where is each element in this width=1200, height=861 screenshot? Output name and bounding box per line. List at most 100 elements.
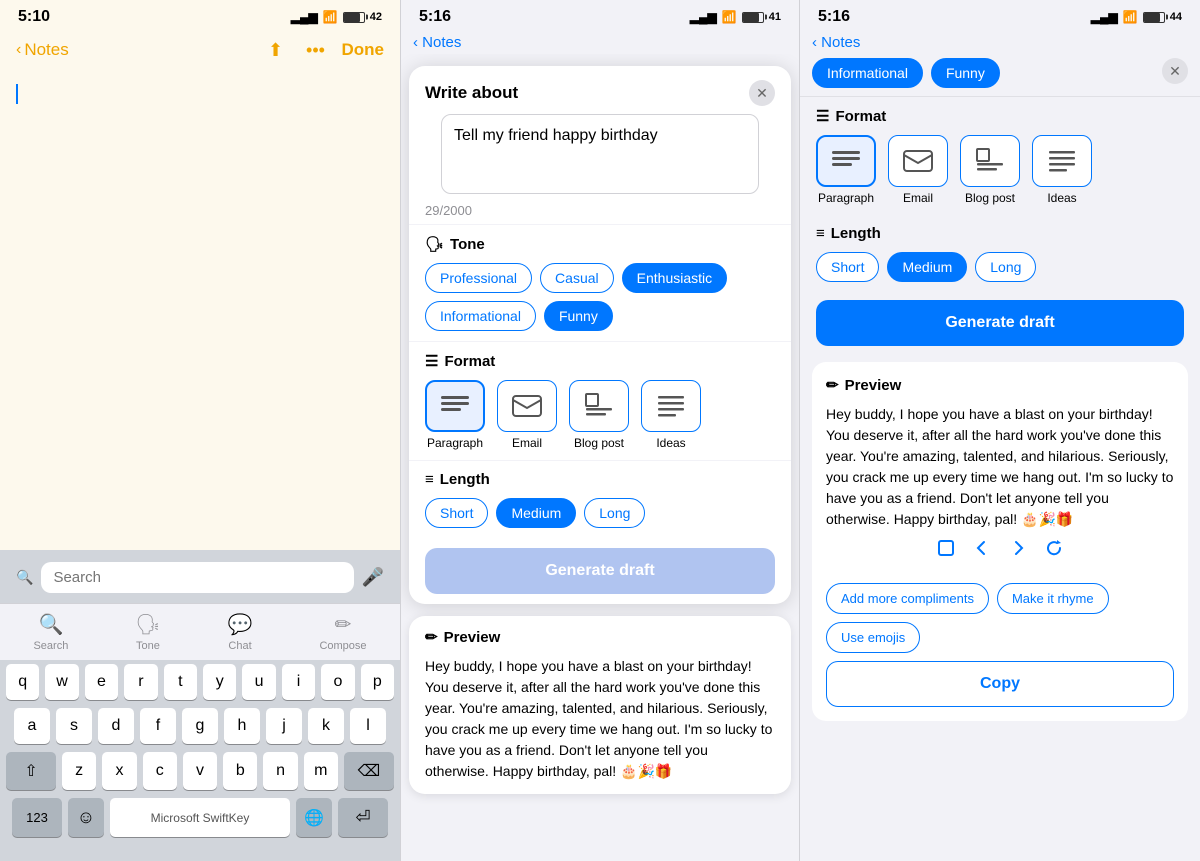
status-icons-p3: ▂▄▆ 📶 44 <box>1091 10 1182 24</box>
key-j[interactable]: j <box>266 708 302 744</box>
key-globe[interactable]: 🌐 <box>296 798 332 837</box>
tag-funny-p3[interactable]: Funny <box>931 58 1000 88</box>
key-v[interactable]: v <box>183 752 217 790</box>
key-b[interactable]: b <box>223 752 257 790</box>
tag-casual[interactable]: Casual <box>540 263 614 293</box>
key-s[interactable]: s <box>56 708 92 744</box>
nav-refresh-btn[interactable] <box>1044 538 1064 563</box>
time-p2: 5:16 <box>419 8 451 26</box>
action-make-rhyme[interactable]: Make it rhyme <box>997 583 1109 614</box>
p3-scroll-area[interactable]: Informational Funny ✕ ☰ Format <box>800 54 1200 861</box>
key-p[interactable]: p <box>361 664 394 700</box>
tab-compose[interactable]: ✏ Compose <box>319 612 366 652</box>
action-use-emojis[interactable]: Use emojis <box>826 622 920 653</box>
key-emoji[interactable]: ☺ <box>68 798 104 837</box>
battery-level-p2: 41 <box>769 11 781 23</box>
key-delete[interactable]: ⌫ <box>344 752 394 790</box>
back-notes-p2[interactable]: ‹ Notes <box>401 30 799 54</box>
done-button[interactable]: Done <box>342 40 385 60</box>
format-section-p3: ☰ Format Paragraph <box>800 97 1200 215</box>
search-input[interactable] <box>41 562 353 593</box>
generate-draft-button-p3[interactable]: Generate draft <box>816 300 1184 346</box>
key-space[interactable]: Microsoft SwiftKey <box>110 798 290 837</box>
preview-nav <box>826 530 1174 571</box>
keyboard: q w e r t y u i o p a s d f g h j k l ⇧ … <box>0 660 400 861</box>
close-btn-p3[interactable]: ✕ <box>1162 58 1188 84</box>
key-t[interactable]: t <box>164 664 197 700</box>
key-a[interactable]: a <box>14 708 50 744</box>
tag-enthusiastic[interactable]: Enthusiastic <box>622 263 727 293</box>
write-about-textarea[interactable] <box>441 114 759 194</box>
length-short[interactable]: Short <box>425 498 488 528</box>
time-p1: 5:10 <box>18 8 50 26</box>
generate-draft-button-p2[interactable]: Generate draft <box>425 548 775 594</box>
key-w[interactable]: w <box>45 664 78 700</box>
key-e[interactable]: e <box>85 664 118 700</box>
more-button[interactable]: ••• <box>302 36 330 64</box>
key-123[interactable]: 123 <box>12 798 62 837</box>
key-c[interactable]: c <box>143 752 177 790</box>
key-z[interactable]: z <box>62 752 96 790</box>
modal-close-button[interactable]: ✕ <box>749 80 775 106</box>
key-k[interactable]: k <box>308 708 344 744</box>
format-paragraph-p3[interactable]: Paragraph <box>816 135 876 205</box>
format-ideas[interactable]: Ideas <box>641 380 701 450</box>
wifi-icon-p2: 📶 <box>722 10 737 24</box>
tag-funny[interactable]: Funny <box>544 301 613 331</box>
key-l[interactable]: l <box>350 708 386 744</box>
back-notes-p3[interactable]: ‹ Notes <box>800 30 1200 54</box>
battery-level-p3: 44 <box>1170 11 1182 23</box>
key-g[interactable]: g <box>182 708 218 744</box>
format-paragraph[interactable]: Paragraph <box>425 380 485 450</box>
key-f[interactable]: f <box>140 708 176 744</box>
key-q[interactable]: q <box>6 664 39 700</box>
tab-chat[interactable]: 💬 Chat <box>228 612 253 652</box>
length-section-p3: ≡ Length Short Medium Long <box>800 215 1200 292</box>
time-p3: 5:16 <box>818 8 850 26</box>
share-button[interactable]: ⬆ <box>262 36 290 64</box>
tag-professional[interactable]: Professional <box>425 263 532 293</box>
tab-tone[interactable]: 🗣 Tone <box>135 612 160 652</box>
length-title: ≡ Length <box>425 471 775 488</box>
preview-block-p2: ✏ Preview Hey buddy, I hope you have a b… <box>409 616 791 794</box>
nav-forward-btn[interactable] <box>1008 538 1028 563</box>
status-bar-p3: 5:16 ▂▄▆ 📶 44 <box>800 0 1200 30</box>
tag-informational[interactable]: Informational <box>425 301 536 331</box>
key-i[interactable]: i <box>282 664 315 700</box>
key-h[interactable]: h <box>224 708 260 744</box>
format-blogpost-label-p3: Blog post <box>965 191 1015 205</box>
length-long[interactable]: Long <box>584 498 645 528</box>
nav-back-btn[interactable] <box>972 538 992 563</box>
format-ideas-p3[interactable]: Ideas <box>1032 135 1092 205</box>
text-cursor <box>16 84 18 104</box>
length-medium[interactable]: Medium <box>496 498 576 528</box>
key-n[interactable]: n <box>263 752 297 790</box>
nav-stop-btn[interactable] <box>936 538 956 563</box>
key-x[interactable]: x <box>102 752 136 790</box>
back-button[interactable]: ‹ Notes <box>16 40 69 60</box>
tag-informational-p3[interactable]: Informational <box>812 58 923 88</box>
length-short-p3[interactable]: Short <box>816 252 879 282</box>
length-medium-p3[interactable]: Medium <box>887 252 967 282</box>
note-content-area[interactable] <box>0 72 400 550</box>
format-blogpost-p3[interactable]: Blog post <box>960 135 1020 205</box>
format-email[interactable]: Email <box>497 380 557 450</box>
format-blogpost[interactable]: Blog post <box>569 380 629 450</box>
key-m[interactable]: m <box>304 752 338 790</box>
tab-search[interactable]: 🔍 Search <box>33 612 68 652</box>
key-d[interactable]: d <box>98 708 134 744</box>
format-email-p3[interactable]: Email <box>888 135 948 205</box>
format-email-label-p3: Email <box>903 191 933 205</box>
length-long-p3[interactable]: Long <box>975 252 1036 282</box>
key-return[interactable]: ⏎ <box>338 798 388 837</box>
copy-button[interactable]: Copy <box>826 661 1174 707</box>
key-shift[interactable]: ⇧ <box>6 752 56 790</box>
action-add-compliments[interactable]: Add more compliments <box>826 583 989 614</box>
battery-icon-p1 <box>343 12 365 23</box>
key-r[interactable]: r <box>124 664 157 700</box>
p2-scroll-area[interactable]: Write about ✕ 29/2000 🗣 Tone Professiona… <box>401 54 799 861</box>
key-o[interactable]: o <box>321 664 354 700</box>
panel-notes: 5:10 ▂▄▆ 📶 42 ‹ Notes ⬆ ••• Done <box>0 0 400 861</box>
key-u[interactable]: u <box>242 664 275 700</box>
key-y[interactable]: y <box>203 664 236 700</box>
